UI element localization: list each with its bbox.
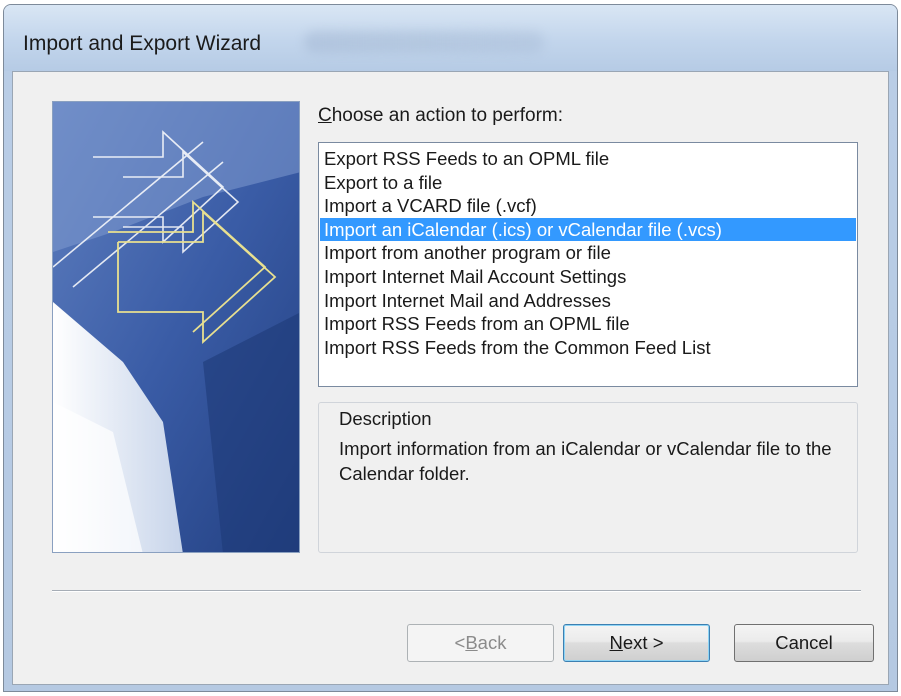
list-item-import-from-program[interactable]: Import from another program or file xyxy=(320,241,856,265)
description-group: Description Import information from an i… xyxy=(318,402,858,553)
description-title: Description xyxy=(336,408,435,430)
wizard-client-area: Choose an action to perform: Export RSS … xyxy=(12,71,889,685)
list-item-import-mail-account-settings[interactable]: Import Internet Mail Account Settings xyxy=(320,265,856,289)
list-item-import-mail-and-addresses[interactable]: Import Internet Mail and Addresses xyxy=(320,289,856,313)
list-item-import-icalendar[interactable]: Import an iCalendar (.ics) or vCalendar … xyxy=(320,217,856,242)
action-listbox[interactable]: Export RSS Feeds to an OPML file Export … xyxy=(318,142,858,387)
blurred-background-title xyxy=(304,31,544,53)
wizard-window: Import and Export Wizard Choose an actio… xyxy=(3,4,898,692)
list-item-import-rss-opml[interactable]: Import RSS Feeds from an OPML file xyxy=(320,312,856,336)
back-button[interactable]: < Back xyxy=(407,624,554,662)
list-item-import-rss-common-feed[interactable]: Import RSS Feeds from the Common Feed Li… xyxy=(320,336,856,360)
list-item-import-vcard[interactable]: Import a VCARD file (.vcf) xyxy=(320,194,856,218)
list-item-export-to-file[interactable]: Export to a file xyxy=(320,171,856,195)
button-separator xyxy=(52,590,861,592)
next-button[interactable]: Next > xyxy=(563,624,710,662)
window-title: Import and Export Wizard xyxy=(23,32,262,55)
description-text: Import information from an iCalendar or … xyxy=(339,438,832,484)
choose-action-label: Choose an action to perform: xyxy=(318,105,564,126)
wizard-banner-image xyxy=(52,101,300,553)
list-item-export-rss-opml[interactable]: Export RSS Feeds to an OPML file xyxy=(320,147,856,171)
cancel-button[interactable]: Cancel xyxy=(734,624,874,662)
title-bar[interactable]: Import and Export Wizard xyxy=(4,5,897,71)
